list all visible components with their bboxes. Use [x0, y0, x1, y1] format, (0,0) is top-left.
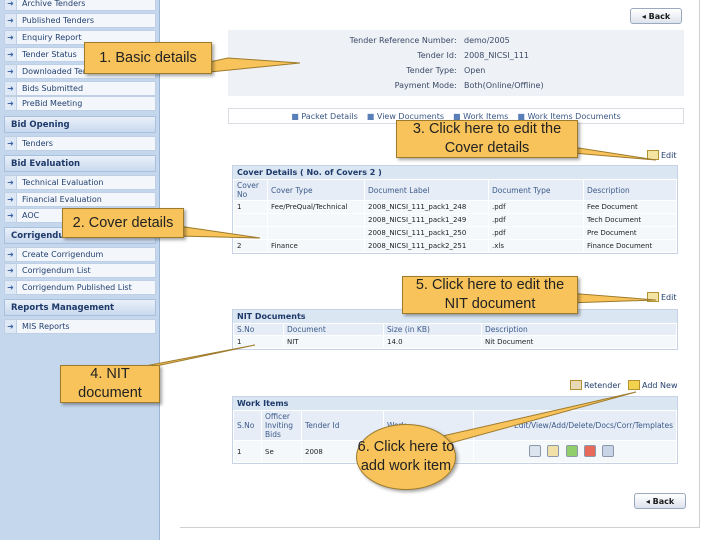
back-arrow-icon: ◂: [645, 496, 653, 506]
retender-icon: [570, 380, 582, 390]
edit-nit-link[interactable]: Edit: [647, 292, 677, 302]
arrow-icon: ➜: [5, 65, 17, 78]
sidebar-item-published-tenders[interactable]: ➜ Published Tenders: [4, 13, 156, 28]
callout-nit-document: 4. NIT document: [60, 365, 160, 403]
callout-add-work-item: 6. Click here to add work item: [356, 424, 456, 490]
bullet-icon: ■: [366, 111, 375, 121]
table-header-row: S.No Officer Inviting Bids Tender Id Wor…: [233, 410, 677, 441]
sidebar-head-bid-evaluation: Bid Evaluation: [4, 155, 156, 172]
edit-cover-link[interactable]: Edit: [647, 150, 677, 160]
table-header-row: Cover No Cover Type Document Label Docum…: [233, 179, 677, 201]
delete-icon[interactable]: [583, 444, 596, 457]
arrow-icon: ➜: [5, 48, 17, 61]
sidebar-item-technical-evaluation[interactable]: ➜ Technical Evaluation: [4, 175, 156, 190]
cover-details-section: Cover Details ( No. of Covers 2 ) Cover …: [232, 165, 678, 254]
sidebar-item-financial-evaluation[interactable]: ➜ Financial Evaluation: [4, 192, 156, 207]
add-folder-icon: [628, 380, 640, 390]
sidebar-head-reports-management: Reports Management: [4, 299, 156, 316]
table-row: 1 NIT 14.0 Nit Document: [233, 335, 677, 349]
row-actions: [473, 440, 677, 463]
back-button-bottom[interactable]: ◂ Back: [634, 493, 686, 509]
arrow-icon: ➜: [5, 137, 17, 150]
edit-pencil-icon: [647, 292, 659, 302]
edit-pencil-icon: [647, 150, 659, 160]
tender-info-panel: Tender Reference Number: demo/2005 Tender…: [228, 30, 684, 96]
sidebar-item-corrigendum-published-list[interactable]: ➜ Corrigendum Published List: [4, 280, 156, 295]
sidebar-item-create-corrigendum[interactable]: ➜ Create Corrigendum: [4, 247, 156, 262]
arrow-icon: ➜: [5, 31, 17, 44]
nit-table: S.No Document Size (in KB) Description 1…: [233, 323, 677, 349]
sidebar-item-tenders[interactable]: ➜ Tenders: [4, 136, 156, 151]
arrow-icon: ➜: [5, 248, 17, 261]
arrow-icon: ➜: [5, 209, 17, 222]
sidebar-item-archive-tenders[interactable]: ➜ Archive Tenders: [4, 0, 156, 11]
arrow-icon: ➜: [5, 0, 17, 10]
table-row: 1 Fee/PreQual/Technical 2008_NICSI_111_pac…: [233, 200, 677, 214]
table-header-row: S.No Document Size (in KB) Description: [233, 323, 677, 336]
table-row: 2008_NICSI_111_pack1_250 .pdf Pre Document: [233, 226, 677, 240]
back-arrow-icon: ◂: [641, 11, 649, 21]
sidebar-item-bids-submitted[interactable]: ➜ Bids Submitted: [4, 81, 156, 96]
link-packet-details[interactable]: ■ Packet Details: [291, 112, 358, 121]
arrow-icon: ➜: [5, 281, 17, 294]
view-icon[interactable]: [529, 444, 542, 457]
section-title: Cover Details ( No. of Covers 2 ): [233, 166, 677, 179]
arrow-icon: ➜: [5, 97, 17, 110]
arrow-icon: ➜: [5, 264, 17, 277]
table-row: 2008_NICSI_111_pack1_249 .pdf Tech Documen…: [233, 213, 677, 227]
cover-table: Cover No Cover Type Document Label Docum…: [233, 179, 677, 253]
sidebar-item-mis-reports[interactable]: ➜ MIS Reports: [4, 319, 156, 334]
add-icon[interactable]: [565, 444, 578, 457]
arrow-icon: ➜: [5, 320, 17, 333]
section-title: Work Items: [233, 397, 677, 410]
callout-cover-details: 2. Cover details: [62, 208, 184, 238]
bullet-icon: ■: [291, 111, 299, 121]
edit-icon[interactable]: [547, 444, 560, 457]
callout-edit-cover: 3. Click here to edit the Cover details: [396, 120, 578, 158]
arrow-icon: ➜: [5, 193, 17, 206]
arrow-icon: ➜: [5, 14, 17, 27]
docs-icon[interactable]: [602, 444, 615, 457]
add-new-link[interactable]: Add New: [628, 380, 677, 390]
callout-edit-nit: 5. Click here to edit the NIT document: [402, 276, 578, 314]
callout-basic-details: 1. Basic details: [84, 42, 212, 74]
sidebar-item-prebid-meeting[interactable]: ➜ PreBid Meeting: [4, 96, 156, 111]
arrow-icon: ➜: [5, 176, 17, 189]
sidebar: ➜ Archive Tenders ➜ Published Tenders ➜ Enq…: [0, 0, 160, 540]
nit-documents-section: NIT Documents S.No Document Size (in KB)…: [232, 309, 678, 350]
retender-link[interactable]: Retender: [570, 380, 621, 390]
table-row: 2 Finance 2008_NICSI_111_pack2_251 .xls Fina…: [233, 239, 677, 253]
sidebar-head-bid-opening: Bid Opening: [4, 116, 156, 133]
sidebar-item-corrigendum-list[interactable]: ➜ Corrigendum List: [4, 263, 156, 278]
back-button-top[interactable]: ◂ Back: [630, 8, 682, 24]
arrow-icon: ➜: [5, 82, 17, 95]
